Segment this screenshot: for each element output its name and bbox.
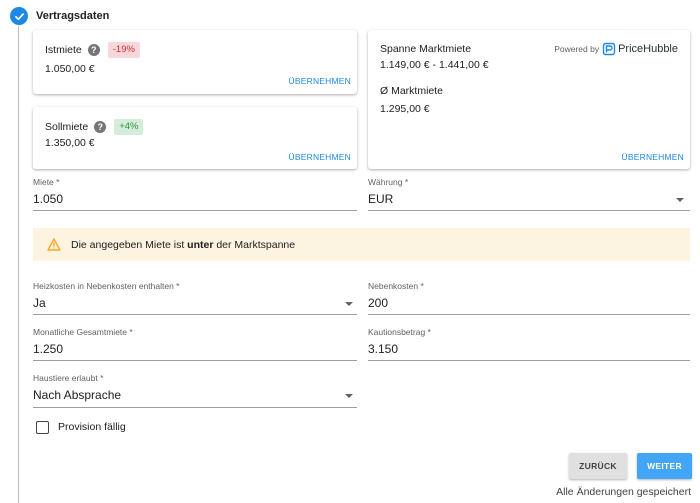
sollmiete-label: Sollmiete (45, 121, 89, 133)
nebenkosten-field[interactable]: Nebenkosten * 200 (368, 281, 690, 315)
waehrung-underline (368, 210, 690, 211)
step-header: Vertragsdaten (10, 6, 109, 26)
market-rent-card: Spanne Marktmiete Powered by PriceHubble… (368, 30, 690, 169)
istmiete-label-row: Istmiete ? -19% (45, 42, 140, 58)
check-circle-icon (10, 7, 28, 25)
next-button[interactable]: WEITER (637, 453, 692, 479)
sollmiete-deviation-badge: +4% (114, 119, 144, 135)
miete-field[interactable]: Miete * 1.050 (33, 177, 357, 211)
gesamtmiete-field[interactable]: Monatliche Gesamtmiete * 1.250 (33, 327, 357, 361)
powered-by: Powered by PriceHubble (554, 42, 678, 56)
haustiere-select[interactable]: Haustiere erlaubt * Nach Absprache (33, 373, 357, 408)
step-title: Vertragsdaten (36, 10, 110, 22)
heizkosten-underline (33, 314, 357, 315)
back-button[interactable]: ZURÜCK (569, 453, 627, 479)
market-warning-banner: Die angegeben Miete ist unter der Markts… (33, 228, 690, 261)
istmiete-deviation-badge: -19% (107, 42, 140, 58)
heizkosten-select[interactable]: Heizkosten in Nebenkosten enthalten * Ja (33, 281, 357, 315)
help-icon[interactable]: ? (87, 44, 100, 56)
kaution-label: Kautionsbetrag * (368, 327, 431, 337)
warning-text-bold: unter (187, 238, 214, 251)
miete-input[interactable]: 1.050 (33, 192, 63, 206)
gesamtmiete-label: Monatliche Gesamtmiete * (33, 327, 133, 337)
miete-label: Miete * (33, 177, 60, 187)
istmiete-apply-button[interactable]: ÜBERNEHMEN (289, 76, 351, 86)
help-icon[interactable]: ? (94, 121, 107, 133)
kaution-underline (368, 360, 690, 361)
pricehubble-icon (602, 42, 616, 56)
sollmiete-apply-button[interactable]: ÜBERNEHMEN (289, 152, 351, 162)
waehrung-label: Währung * (368, 177, 409, 187)
sollmiete-card: Sollmiete ? +4% 1.350,00 € ÜBERNEHMEN (33, 107, 357, 169)
haustiere-value: Nach Absprache (33, 388, 122, 402)
waehrung-select[interactable]: Währung * EUR (368, 177, 690, 211)
pricehubble-logo: PriceHubble (602, 42, 678, 56)
haustiere-underline (33, 407, 357, 408)
miete-underline (33, 210, 357, 211)
market-average-label: Ø Marktmiete (380, 85, 444, 97)
waehrung-value: EUR (368, 192, 394, 206)
haustiere-label: Haustiere erlaubt * (33, 373, 104, 383)
chevron-down-icon[interactable] (345, 394, 353, 398)
warning-text: Die angegeben Miete ist unter der Markts… (71, 239, 295, 251)
step-connector-line (18, 26, 19, 503)
provision-label[interactable]: Provision fällig (58, 421, 126, 433)
istmiete-value: 1.050,00 € (45, 63, 95, 75)
heizkosten-label: Heizkosten in Nebenkosten enthalten * (33, 281, 180, 291)
market-range-label: Spanne Marktmiete (380, 43, 472, 55)
market-apply-button[interactable]: ÜBERNEHMEN (622, 152, 684, 162)
nebenkosten-underline (368, 314, 690, 315)
kaution-input[interactable]: 3.150 (368, 342, 398, 356)
sollmiete-value: 1.350,00 € (45, 137, 95, 149)
save-status-text: Alle Änderungen gespeichert (556, 486, 691, 498)
powered-by-text: Powered by (554, 44, 600, 54)
pricehubble-name: PriceHubble (618, 43, 678, 55)
nebenkosten-label: Nebenkosten * (368, 281, 424, 291)
gesamtmiete-underline (33, 360, 357, 361)
chevron-down-icon[interactable] (676, 198, 684, 202)
kaution-field[interactable]: Kautionsbetrag * 3.150 (368, 327, 690, 361)
istmiete-label: Istmiete (45, 44, 82, 56)
heizkosten-value: Ja (33, 296, 46, 310)
warning-icon (47, 238, 61, 251)
nebenkosten-input[interactable]: 200 (368, 296, 388, 310)
gesamtmiete-input[interactable]: 1.250 (33, 342, 63, 356)
sollmiete-label-row: Sollmiete ? +4% (45, 119, 144, 135)
warning-text-after: der Marktspanne (213, 238, 296, 251)
chevron-down-icon[interactable] (345, 302, 353, 306)
provision-checkbox[interactable] (36, 421, 49, 434)
warning-text-before: Die angegeben Miete ist (71, 238, 188, 251)
market-range-value: 1.149,00 € - 1.441,00 € (380, 59, 489, 71)
market-average-value: 1.295,00 € (380, 103, 430, 115)
istmiete-card: Istmiete ? -19% 1.050,00 € ÜBERNEHMEN (33, 30, 357, 94)
